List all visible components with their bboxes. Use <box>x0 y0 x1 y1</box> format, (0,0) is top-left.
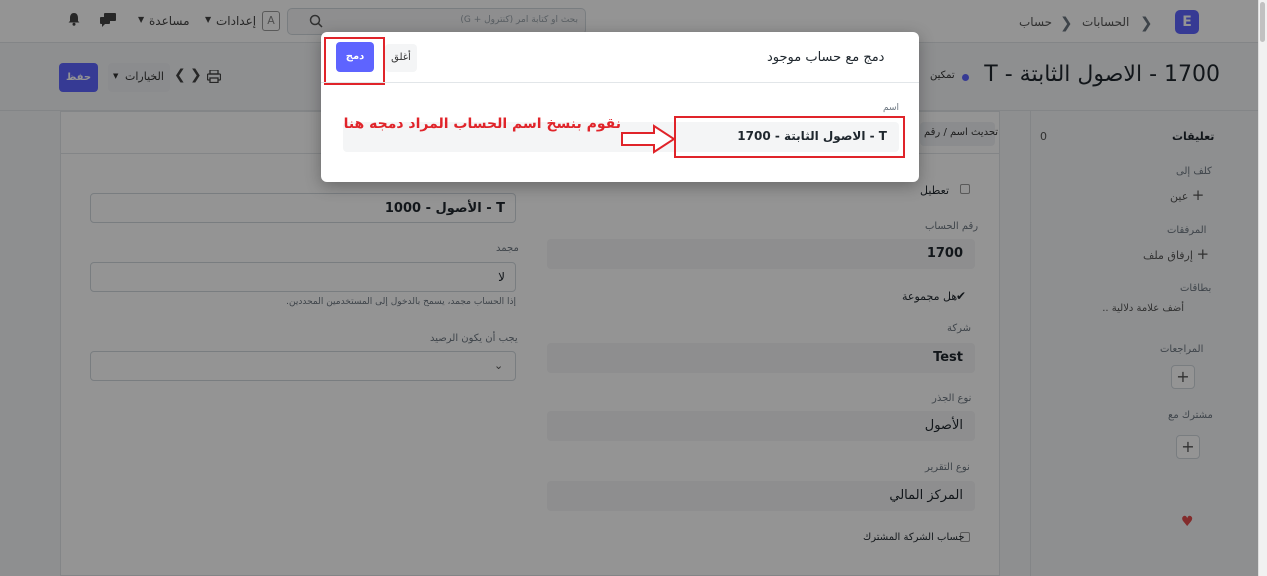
dialog-title: دمج مع حساب موجود <box>767 50 885 65</box>
divider <box>321 82 919 83</box>
scrollbar[interactable] <box>1258 0 1267 576</box>
annotation-box <box>674 116 905 158</box>
annotation-text: نقوم بنسخ اسم الحساب المراد دمجه هنا <box>343 116 621 132</box>
arrow-right-icon <box>621 124 675 154</box>
close-button[interactable]: أغلق <box>385 44 417 72</box>
merge-dialog: دمج مع حساب موجود أغلق دمج اسم 1700 - ال… <box>321 32 919 182</box>
name-label: اسم <box>883 103 900 113</box>
scrollbar-thumb[interactable] <box>1260 2 1265 42</box>
merge-button[interactable]: دمج <box>336 42 374 72</box>
